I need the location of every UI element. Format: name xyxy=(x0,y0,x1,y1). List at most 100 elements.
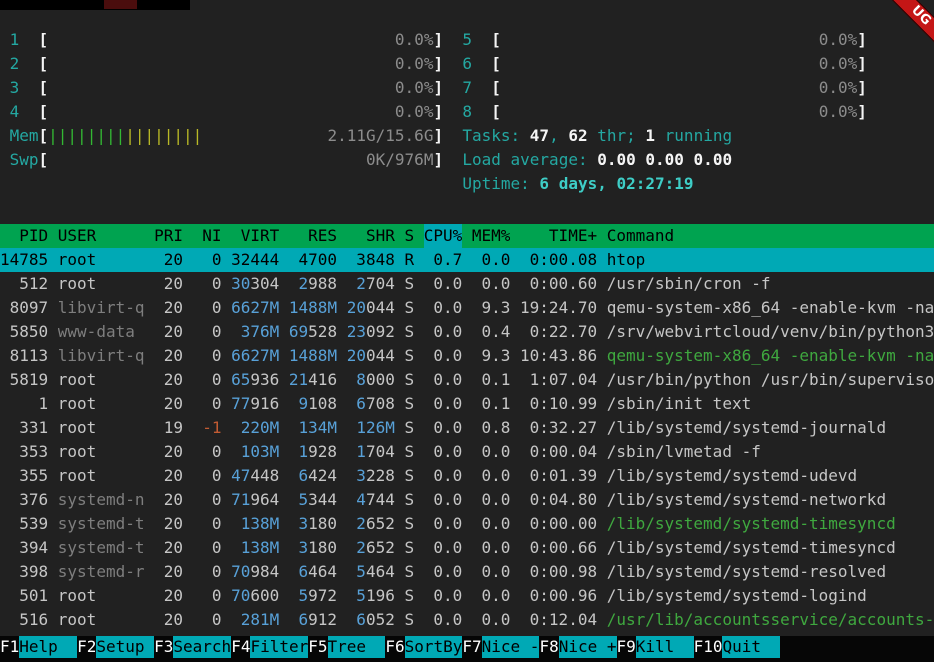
process-row[interactable]: 355 root 20 0 47448 6424 3228 S 0.0 0.0 … xyxy=(0,464,934,488)
cell-user: systemd-t xyxy=(58,512,145,536)
fkey-number: F10 xyxy=(694,636,723,658)
cell-shr: 3848 xyxy=(347,248,395,272)
cell-ni: 0 xyxy=(193,368,222,392)
cpu-percent: 0.0% xyxy=(395,28,434,52)
cell-command: /lib/systemd/systemd-networkd xyxy=(607,488,934,512)
cell-time: 10:43.86 xyxy=(520,344,597,368)
cell-shr: 6708 xyxy=(347,392,395,416)
mem-tasks-row: Mem[||||||||||||||||2.11G/15.6G] Tasks: … xyxy=(0,124,934,148)
function-key[interactable]: F1Help xyxy=(0,636,77,658)
meter-bar-area xyxy=(48,52,395,76)
function-key[interactable]: F2Setup xyxy=(77,636,154,658)
cell-mem: 0.0 xyxy=(472,272,511,296)
meter-bracket-close: ] xyxy=(433,148,443,172)
process-row[interactable]: 539 systemd-t 20 0 138M 3180 2652 S 0.0 … xyxy=(0,512,934,536)
top-overlay-bar xyxy=(0,0,190,10)
process-row[interactable]: 331 root 19 -1 220M 134M 126M S 0.0 0.8 … xyxy=(0,416,934,440)
cell-mem: 0.0 xyxy=(472,608,511,632)
fkey-label: Nice - xyxy=(482,636,540,658)
cell-pid: 398 xyxy=(0,560,48,584)
function-key[interactable]: F5Tree xyxy=(308,636,385,658)
process-row[interactable]: 5850 www-data 20 0 376M 69528 23092 S 0.… xyxy=(0,320,934,344)
column-header-pri[interactable]: PRI xyxy=(154,224,183,248)
process-row[interactable]: 512 root 20 0 30304 2988 2704 S 0.0 0.0 … xyxy=(0,272,934,296)
cell-res: 4700 xyxy=(289,248,337,272)
process-row[interactable]: 398 systemd-r 20 0 70984 6464 5464 S 0.0… xyxy=(0,560,934,584)
function-key[interactable]: F9Kill xyxy=(617,636,694,658)
function-key[interactable]: F3Search xyxy=(154,636,231,658)
function-key[interactable]: F6SortBy xyxy=(385,636,462,658)
cell-pri: 20 xyxy=(154,272,183,296)
cell-ni: 0 xyxy=(193,464,222,488)
process-row[interactable]: 14785 root 20 0 32444 4700 3848 R 0.7 0.… xyxy=(0,248,934,272)
cell-command: qemu-system-x86_64 -enable-kvm -na xyxy=(607,344,934,368)
column-header-mem[interactable]: MEM% xyxy=(472,224,511,248)
column-header-shr[interactable]: SHR xyxy=(347,224,395,248)
column-header-command[interactable]: Command xyxy=(607,224,934,248)
cell-pri: 20 xyxy=(154,368,183,392)
cell-user: root xyxy=(58,584,145,608)
cell-pid: 331 xyxy=(0,416,48,440)
cell-pid: 353 xyxy=(0,440,48,464)
column-header-pid[interactable]: PID xyxy=(0,224,48,248)
column-header-virt[interactable]: VIRT xyxy=(231,224,279,248)
cell-virt: 6627M xyxy=(231,296,279,320)
column-header-state[interactable]: S xyxy=(404,224,414,248)
process-row[interactable]: 8113 libvirt-q 20 0 6627M 1488M 20044 S … xyxy=(0,344,934,368)
tasks-count: 47 xyxy=(530,124,549,148)
meter-bar-area xyxy=(202,124,327,148)
function-key[interactable]: F4Filter xyxy=(231,636,308,658)
process-row[interactable]: 1 root 20 0 77916 9108 6708 S 0.0 0.1 0:… xyxy=(0,392,934,416)
cell-pid: 5850 xyxy=(0,320,48,344)
cell-shr: 2652 xyxy=(347,512,395,536)
process-row[interactable]: 516 root 20 0 281M 6912 6052 S 0.0 0.0 0… xyxy=(0,608,934,632)
cell-cpu: 0.0 xyxy=(424,320,463,344)
cell-res: 3180 xyxy=(289,536,337,560)
process-row[interactable]: 8097 libvirt-q 20 0 6627M 1488M 20044 S … xyxy=(0,296,934,320)
meter-bracket-open: [ xyxy=(39,100,49,124)
cell-cpu: 0.0 xyxy=(424,416,463,440)
cell-time: 0:00.66 xyxy=(520,536,597,560)
column-header-user[interactable]: USER xyxy=(58,224,145,248)
cpu-meter-2: 2[0.0%] xyxy=(10,52,443,76)
mem-cache-bars: |||||||| xyxy=(125,124,202,148)
column-header-ni[interactable]: NI xyxy=(193,224,222,248)
function-key[interactable]: F8Nice + xyxy=(539,636,616,658)
process-row[interactable]: 501 root 20 0 70600 5972 5196 S 0.0 0.0 … xyxy=(0,584,934,608)
cell-shr: 8000 xyxy=(347,368,395,392)
meter-bracket-open: [ xyxy=(39,124,49,148)
cell-virt: 77916 xyxy=(231,392,279,416)
meter-bracket-open: [ xyxy=(491,52,501,76)
process-row[interactable]: 376 systemd-n 20 0 71964 5344 4744 S 0.0… xyxy=(0,488,934,512)
cell-time: 0:32.27 xyxy=(520,416,597,440)
cell-pri: 20 xyxy=(154,320,183,344)
cell-shr: 2652 xyxy=(347,536,395,560)
cpu-meter-6: 6[0.0%] xyxy=(462,52,867,76)
column-header-res[interactable]: RES xyxy=(289,224,337,248)
column-header-time[interactable]: TIME+ xyxy=(520,224,597,248)
cell-res: 6424 xyxy=(289,464,337,488)
cell-cpu: 0.7 xyxy=(424,248,463,272)
cell-mem: 0.1 xyxy=(472,368,511,392)
swap-meter: Swp[0K/976M] xyxy=(10,148,443,172)
cell-cpu: 0.0 xyxy=(424,512,463,536)
function-key[interactable]: F7Nice - xyxy=(462,636,539,658)
fkey-number: F7 xyxy=(462,636,481,658)
process-row[interactable]: 394 systemd-t 20 0 138M 3180 2652 S 0.0 … xyxy=(0,536,934,560)
cell-state: S xyxy=(404,416,414,440)
function-key[interactable]: F10Quit xyxy=(694,636,781,658)
column-header-cpu[interactable]: CPU% xyxy=(424,224,463,248)
tasks-label: Tasks: xyxy=(462,124,529,148)
cell-ni: 0 xyxy=(193,320,222,344)
process-row[interactable]: 5819 root 20 0 65936 21416 8000 S 0.0 0.… xyxy=(0,368,934,392)
cpu-meter-5: 5[0.0%] xyxy=(462,28,867,52)
cell-pri: 20 xyxy=(154,248,183,272)
fkey-number: F2 xyxy=(77,636,96,658)
memory-meter: Mem[||||||||||||||||2.11G/15.6G] xyxy=(10,124,443,148)
process-row[interactable]: 353 root 20 0 103M 1928 1704 S 0.0 0.0 0… xyxy=(0,440,934,464)
cell-state: S xyxy=(404,464,414,488)
cell-command: /srv/webvirtcloud/venv/bin/python3 xyxy=(607,320,934,344)
cell-shr: 1704 xyxy=(347,440,395,464)
cell-state: S xyxy=(404,536,414,560)
uptime-value: 6 days, 02:27:19 xyxy=(539,172,693,196)
